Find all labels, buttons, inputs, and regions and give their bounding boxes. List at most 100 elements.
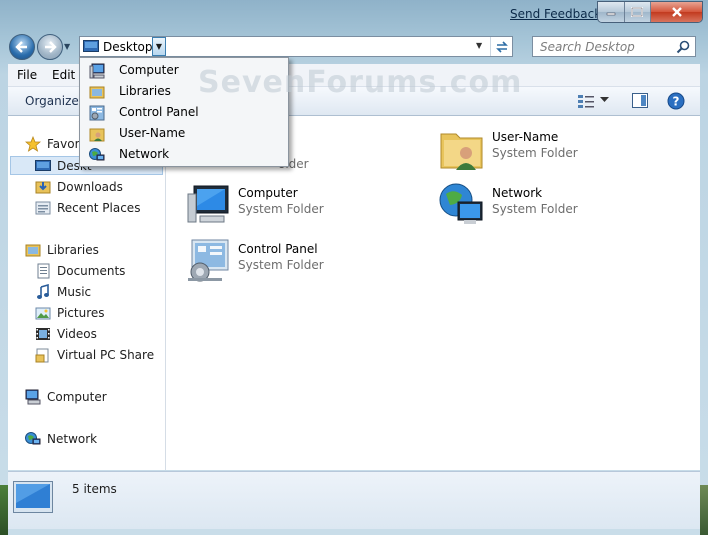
sidebar-favorites-label: Favori xyxy=(47,137,83,151)
organize-button[interactable]: Organize xyxy=(25,94,79,108)
menu-file[interactable]: File xyxy=(17,68,37,82)
desktop-wallpaper-edge xyxy=(700,485,708,535)
close-icon xyxy=(671,7,682,17)
network-icon xyxy=(25,432,41,445)
sidebar-item-recent-places[interactable]: Recent Places xyxy=(35,198,140,218)
file-item-control-panel[interactable]: Control Panel System Folder xyxy=(184,236,424,284)
control-panel-icon xyxy=(188,239,229,282)
user-folder-icon xyxy=(440,133,483,170)
details-pane: 5 items xyxy=(8,471,700,529)
network-icon xyxy=(439,183,483,224)
forward-arrow-icon xyxy=(45,41,57,53)
minimize-button[interactable] xyxy=(598,2,625,22)
maximize-button[interactable] xyxy=(624,2,651,22)
music-icon xyxy=(37,284,49,299)
dropdown-item-label: Computer xyxy=(119,63,179,77)
forward-button[interactable] xyxy=(37,34,63,60)
address-split-dropdown-button[interactable]: ▼ xyxy=(152,37,166,56)
file-item-type: System Folder xyxy=(492,146,578,160)
pictures-icon xyxy=(35,307,51,320)
search-box[interactable]: Search Desktop xyxy=(532,36,696,57)
caption-buttons xyxy=(597,1,703,23)
file-list: older User-Name System Folder Computer S… xyxy=(166,116,700,470)
sidebar-item-downloads[interactable]: Downloads xyxy=(35,177,123,197)
navigation-pane: Favori Deskt Downloads Recent Places Lib… xyxy=(8,116,166,470)
sidebar-item-pictures[interactable]: Pictures xyxy=(35,303,105,323)
file-item-user-name[interactable]: User-Name System Folder xyxy=(438,124,678,172)
control-panel-icon xyxy=(89,105,105,121)
views-dropdown-chevron-icon[interactable] xyxy=(600,97,609,103)
file-item-type: System Folder xyxy=(492,202,578,216)
videos-icon xyxy=(36,328,50,340)
sidebar-item-label: Videos xyxy=(57,327,97,341)
help-icon[interactable]: ? xyxy=(667,92,685,110)
dropdown-item-network[interactable]: Network xyxy=(81,144,287,165)
file-item-type: System Folder xyxy=(238,258,324,272)
dropdown-item-user-name[interactable]: User-Name xyxy=(81,123,287,144)
preview-pane-icon[interactable] xyxy=(632,93,648,108)
computer-icon xyxy=(89,63,105,79)
recent-places-icon xyxy=(35,201,51,215)
star-icon xyxy=(25,136,41,152)
sidebar-item-label: Virtual PC Share xyxy=(57,348,155,362)
shared-folder-icon xyxy=(35,348,49,363)
address-location: Desktop xyxy=(103,40,153,54)
desktop-icon xyxy=(83,40,99,52)
sidebar-item-computer[interactable]: Computer xyxy=(25,387,107,407)
address-bar[interactable]: Desktop ▼ ▼ xyxy=(79,36,513,57)
search-icon[interactable] xyxy=(676,40,690,54)
file-item-name: User-Name xyxy=(492,130,559,144)
back-button[interactable] xyxy=(9,34,35,60)
maximize-icon xyxy=(631,7,644,17)
user-folder-icon xyxy=(89,128,105,142)
desktop-icon xyxy=(35,160,51,171)
network-icon xyxy=(89,148,105,161)
downloads-icon xyxy=(35,181,51,194)
sidebar-item-label: Network xyxy=(47,432,98,446)
computer-icon xyxy=(25,389,41,405)
send-feedback-link[interactable]: Send Feedback xyxy=(510,7,601,21)
sidebar-item-label: Recent Places xyxy=(57,201,141,215)
sidebar-item-label: Documents xyxy=(57,264,126,278)
libraries-icon xyxy=(25,244,41,257)
search-placeholder: Search Desktop xyxy=(540,40,635,54)
dropdown-item-label: User-Name xyxy=(119,126,186,140)
sidebar-item-documents[interactable]: Documents xyxy=(35,261,125,281)
file-item-computer[interactable]: Computer System Folder xyxy=(184,180,424,228)
menu-edit[interactable]: Edit xyxy=(52,68,75,82)
libraries-icon xyxy=(89,86,105,99)
close-button[interactable] xyxy=(651,2,702,22)
sidebar-libraries-label: Libraries xyxy=(47,243,99,257)
chevron-down-icon: ▼ xyxy=(155,42,163,51)
desktop-wallpaper-edge xyxy=(0,485,8,535)
svg-text:?: ? xyxy=(673,95,680,109)
address-history-dropdown-icon[interactable]: ▼ xyxy=(476,41,482,50)
views-icon[interactable] xyxy=(577,93,595,109)
sidebar-item-music[interactable]: Music xyxy=(35,282,91,302)
file-item-name: Control Panel xyxy=(238,242,318,256)
dropdown-item-control-panel[interactable]: Control Panel xyxy=(81,102,287,123)
file-item-network[interactable]: Network System Folder xyxy=(438,180,678,228)
sidebar-item-label: Downloads xyxy=(57,180,123,194)
minimize-icon xyxy=(606,12,615,16)
watermark-text: SevenForums.com xyxy=(198,65,523,100)
desktop-thumbnail-icon xyxy=(13,481,53,513)
sidebar-item-label: Music xyxy=(57,285,92,299)
refresh-button[interactable] xyxy=(490,37,513,56)
sidebar-item-label: Pictures xyxy=(57,306,105,320)
recent-pages-chevron-icon[interactable]: ▼ xyxy=(64,42,74,52)
sidebar-libraries-header[interactable]: Libraries xyxy=(25,240,99,260)
explorer-window: Send Feedback ▼ Desktop ▼ ▼ Search Deskt… xyxy=(0,0,708,535)
refresh-icon xyxy=(496,40,508,53)
file-item-type: System Folder xyxy=(238,202,324,216)
file-item-name: Network xyxy=(492,186,543,200)
item-count: 5 items xyxy=(72,482,117,496)
dropdown-item-label: Control Panel xyxy=(119,105,199,119)
sidebar-favorites-header[interactable]: Favori xyxy=(25,134,83,154)
sidebar-item-videos[interactable]: Videos xyxy=(35,324,97,344)
back-arrow-icon xyxy=(15,41,27,53)
sidebar-item-virtual-pc-share[interactable]: Virtual PC Share xyxy=(35,345,154,365)
file-item-name: Computer xyxy=(238,186,298,200)
documents-icon xyxy=(37,263,50,279)
sidebar-item-network[interactable]: Network xyxy=(25,429,97,449)
